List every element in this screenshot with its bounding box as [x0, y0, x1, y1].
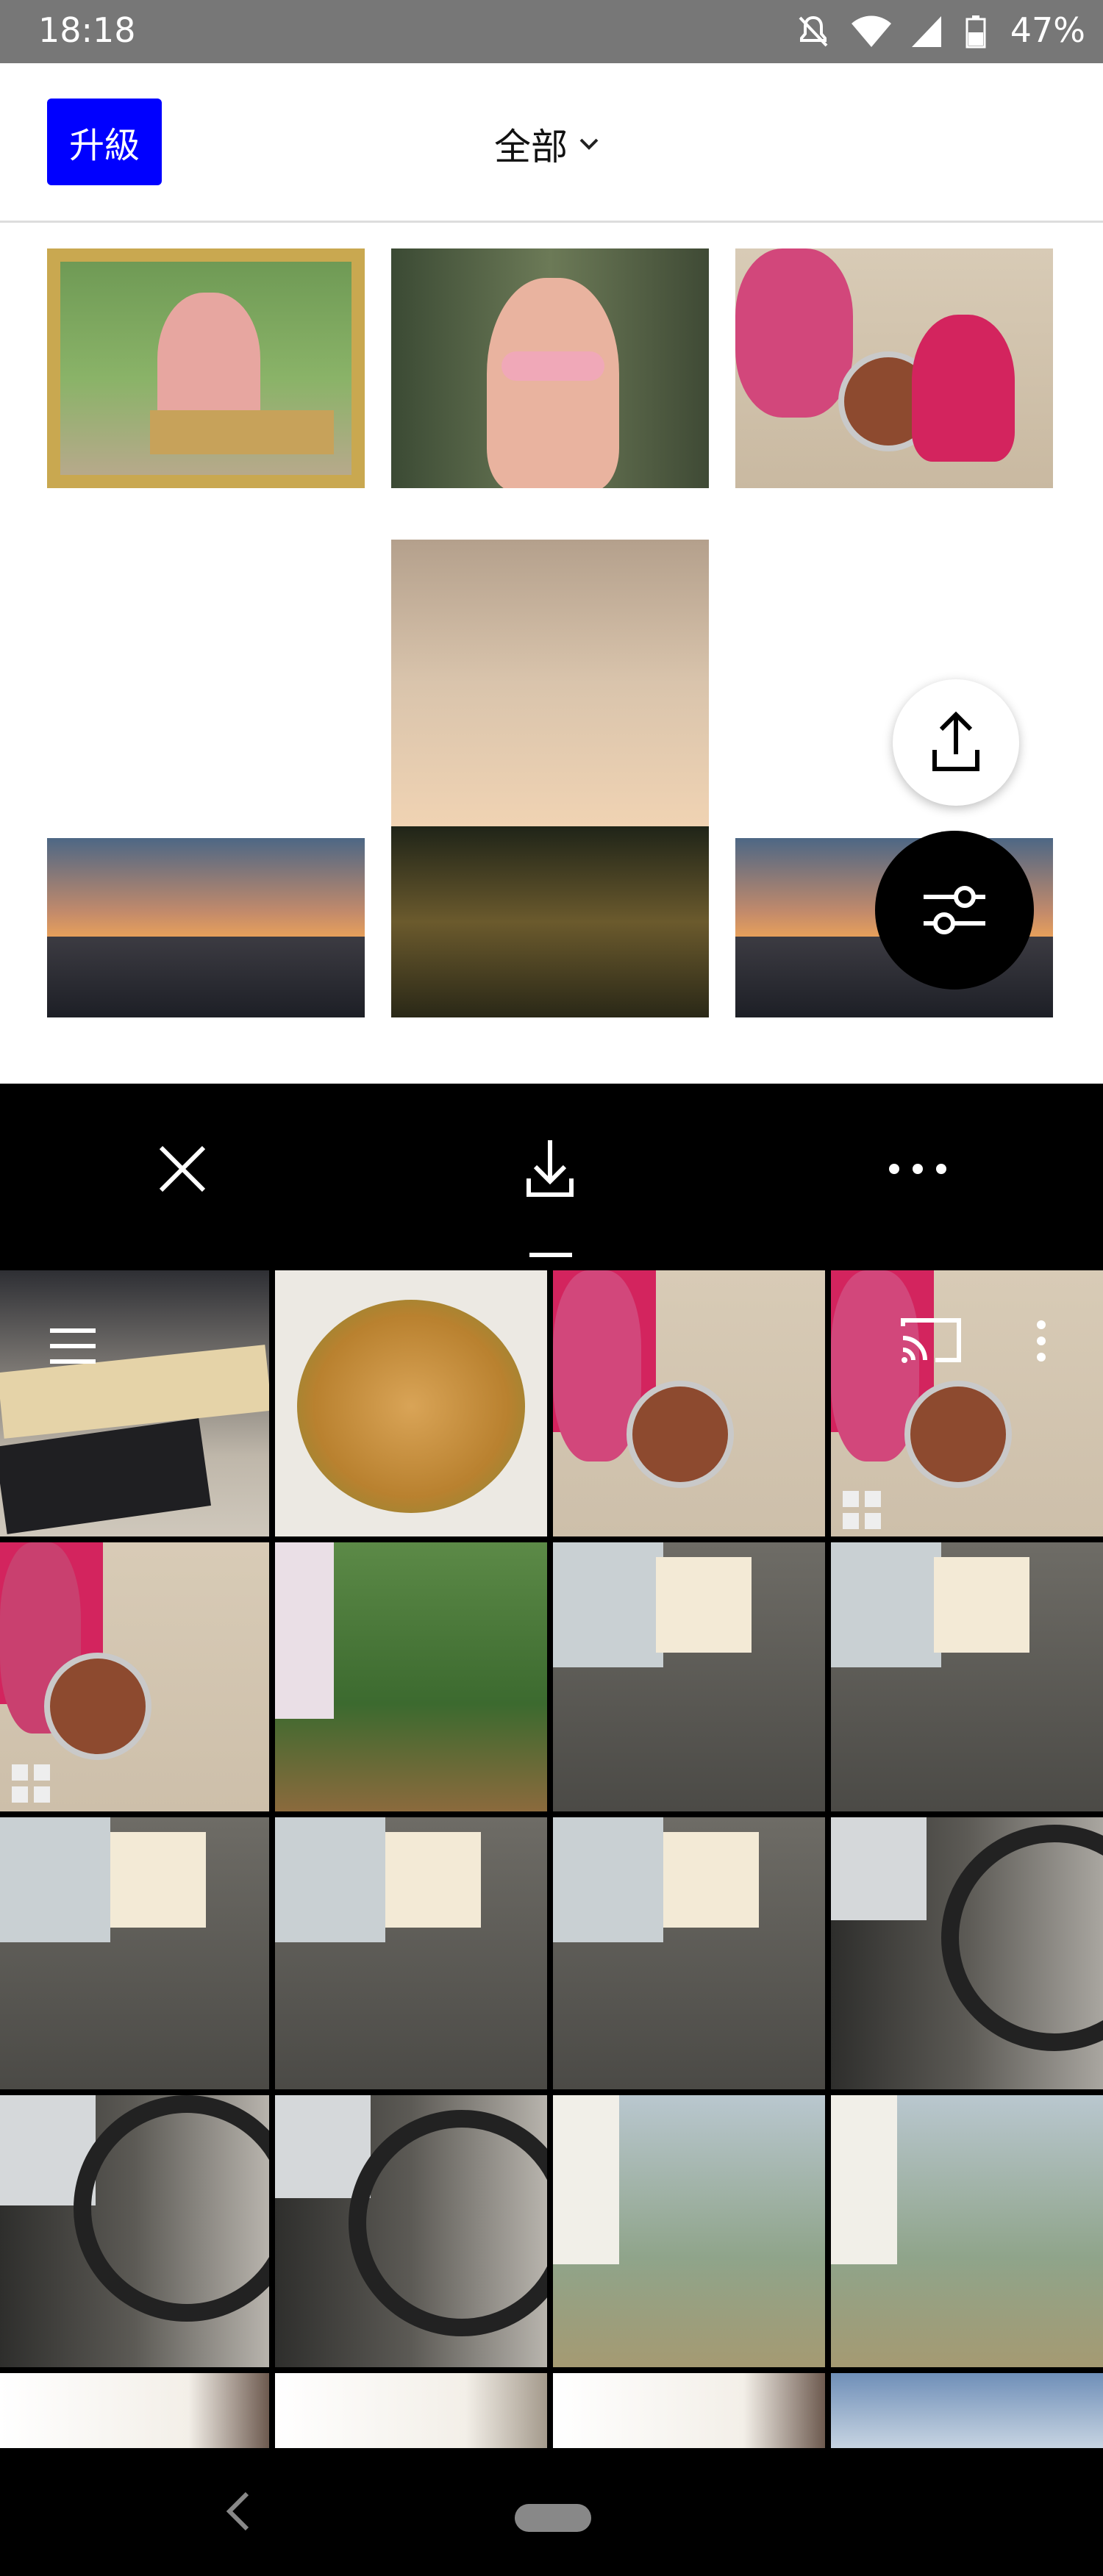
gallery-thumbnail[interactable]: [0, 2373, 269, 2448]
gallery-thumbnail[interactable]: [553, 1542, 825, 1811]
gallery-thumbnail[interactable]: [553, 2095, 825, 2367]
top-app-bar: 升級 全部: [0, 63, 1103, 223]
photo-thumbnail[interactable]: [47, 838, 365, 1017]
more-icon: [889, 1164, 946, 1174]
gallery-thumbnail[interactable]: [275, 1270, 547, 1536]
filter-dropdown[interactable]: 全部: [494, 107, 600, 181]
more-button[interactable]: [879, 1131, 956, 1207]
gallery-thumbnail[interactable]: [553, 1817, 825, 2089]
gallery-thumbnail[interactable]: [0, 1542, 269, 1811]
close-icon: [159, 1145, 206, 1192]
upload-icon: [932, 712, 979, 771]
photo-thumbnail[interactable]: [47, 248, 365, 488]
battery-icon: [965, 15, 986, 49]
battery-percent: 47%: [1010, 10, 1085, 50]
back-icon[interactable]: [225, 2491, 250, 2532]
overflow-icon[interactable]: [1034, 1319, 1049, 1363]
upload-button[interactable]: [893, 679, 1019, 806]
grid-icon[interactable]: [841, 1489, 882, 1531]
gallery-thumbnail[interactable]: [553, 2373, 825, 2448]
download-indicator: [529, 1253, 572, 1257]
home-button[interactable]: [515, 2504, 591, 2532]
status-time: 18:18: [38, 10, 136, 50]
gallery-thumbnail[interactable]: [275, 2095, 547, 2367]
gallery-thumbnail[interactable]: [831, 2373, 1103, 2448]
gallery-thumbnail[interactable]: [0, 1817, 269, 2089]
gallery-thumbnail[interactable]: [275, 2373, 547, 2448]
filter-label: 全部: [494, 126, 568, 168]
gallery-thumbnail[interactable]: [275, 1817, 547, 2089]
gallery-thumbnail[interactable]: [831, 1270, 1103, 1536]
download-icon: [526, 1140, 574, 1197]
photo-thumbnail[interactable]: [735, 248, 1053, 488]
cast-icon[interactable]: [900, 1316, 962, 1364]
gallery-thumbnail[interactable]: [831, 1542, 1103, 1811]
gallery-thumbnail[interactable]: [0, 1270, 269, 1536]
signal-icon: [912, 16, 941, 47]
close-button[interactable]: [144, 1131, 221, 1207]
gallery-thumbnail[interactable]: [831, 1817, 1103, 2089]
menu-icon[interactable]: [49, 1328, 97, 1364]
grid-icon[interactable]: [10, 1763, 51, 1804]
gallery-thumbnail[interactable]: [275, 1542, 547, 1811]
photo-thumbnail[interactable]: [391, 248, 709, 488]
chevron-down-icon: [579, 138, 599, 150]
gallery-thumbnail[interactable]: [831, 2095, 1103, 2367]
photo-thumbnail[interactable]: [391, 540, 709, 1017]
sheet-toolbar: [0, 1084, 1103, 1267]
adjust-button[interactable]: [875, 831, 1034, 990]
gallery-thumbnail[interactable]: [553, 1270, 825, 1536]
status-bar: 18:18 47%: [0, 0, 1103, 63]
upgrade-button[interactable]: 升級: [47, 99, 162, 185]
wifi-icon: [852, 15, 891, 47]
download-button[interactable]: [512, 1128, 588, 1209]
gallery-thumbnail[interactable]: [0, 2095, 269, 2367]
mute-icon: [799, 15, 828, 47]
sliders-icon: [924, 886, 985, 934]
